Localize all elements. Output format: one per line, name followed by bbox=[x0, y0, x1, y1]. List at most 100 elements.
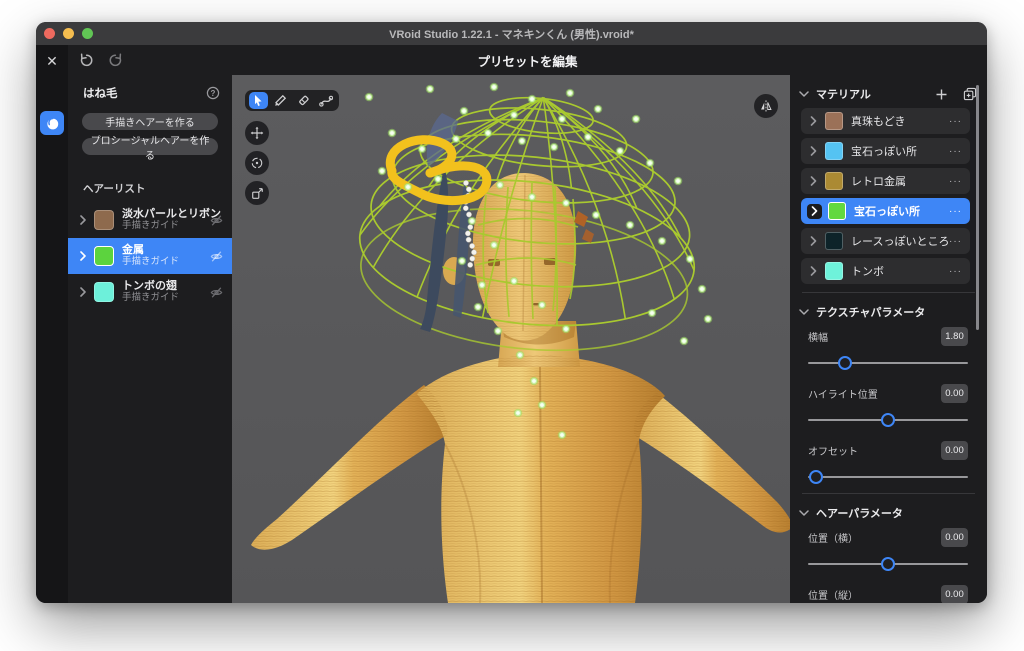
texture-params-header[interactable]: テクスチャパラメータ bbox=[790, 293, 987, 326]
duplicate-material-icon[interactable] bbox=[963, 87, 977, 101]
preset-name: はね毛 bbox=[83, 88, 118, 100]
material-menu-icon[interactable]: ··· bbox=[949, 236, 962, 247]
hair-params-header[interactable]: ヘアーパラメータ bbox=[790, 494, 987, 527]
panel-scrollbar[interactable] bbox=[976, 85, 979, 330]
visibility-off-icon[interactable] bbox=[209, 249, 224, 264]
material-row[interactable]: 真珠もどき ··· bbox=[801, 108, 970, 134]
hair-params-title: ヘアーパラメータ bbox=[816, 508, 903, 520]
chevron-right-icon[interactable] bbox=[810, 176, 817, 186]
material-swatch bbox=[825, 112, 843, 130]
guide-curve-tool-button[interactable] bbox=[316, 92, 335, 109]
material-row[interactable]: レースっぽいところ ··· bbox=[801, 228, 970, 254]
rotate-icon bbox=[251, 157, 263, 169]
draw-tool-button[interactable] bbox=[271, 92, 290, 109]
close-editor-button[interactable]: ✕ bbox=[43, 52, 61, 70]
sidebar: はね毛 ? 手描きヘアーを作る プロシージャルヘアーを作る ヘアーリスト 淡水パ… bbox=[68, 75, 232, 603]
chevron-right-icon[interactable] bbox=[78, 251, 88, 261]
visibility-off-icon[interactable] bbox=[209, 213, 224, 228]
hair-list-item-selected[interactable]: 金属 手描きガイド bbox=[68, 238, 232, 274]
hair-item-name: トンボの翅 bbox=[122, 280, 177, 293]
param-label: 位置（横） bbox=[808, 533, 858, 545]
hair-tool-button[interactable] bbox=[40, 111, 64, 135]
zoom-fit-button[interactable] bbox=[245, 181, 269, 205]
param-slider[interactable] bbox=[808, 469, 968, 485]
chevron-right-icon[interactable] bbox=[78, 215, 88, 225]
materials-header[interactable]: マテリアル bbox=[790, 75, 987, 108]
viewport-3d[interactable] bbox=[232, 75, 790, 603]
hair-item-name: 淡水パールとリボン bbox=[122, 208, 221, 221]
material-row[interactable]: トンボ ··· bbox=[801, 258, 970, 284]
hair-list-title: ヘアーリスト bbox=[83, 183, 146, 195]
param-offset: オフセット 0.00 bbox=[790, 440, 987, 485]
material-menu-icon[interactable]: ··· bbox=[949, 266, 962, 277]
param-position-x: 位置（横） 0.00 bbox=[790, 527, 987, 572]
material-label: トンボ bbox=[851, 266, 884, 278]
scale-icon bbox=[251, 187, 263, 199]
chevron-down-icon bbox=[799, 510, 809, 516]
slider-thumb[interactable] bbox=[881, 557, 895, 571]
chevron-right-icon[interactable] bbox=[810, 116, 817, 126]
hair-item-type: 手描きガイド bbox=[122, 255, 180, 267]
material-swatch bbox=[825, 232, 843, 250]
slider-track[interactable] bbox=[808, 362, 968, 364]
create-handdrawn-hair-button[interactable]: 手描きヘアーを作る bbox=[82, 113, 218, 130]
param-value-field[interactable]: 1.80 bbox=[941, 326, 968, 346]
param-value-field[interactable]: 0.00 bbox=[941, 440, 968, 460]
material-swatch bbox=[825, 172, 843, 190]
param-slider[interactable] bbox=[808, 412, 968, 428]
material-swatch bbox=[825, 262, 843, 280]
param-slider[interactable] bbox=[808, 355, 968, 371]
hair-list-item[interactable]: トンボの翅 手描きガイド bbox=[68, 274, 232, 310]
mirror-icon bbox=[761, 100, 772, 112]
hair-icon bbox=[46, 117, 58, 129]
hair-color-swatch bbox=[94, 282, 114, 302]
curve-points-icon bbox=[318, 95, 333, 107]
move-icon bbox=[250, 126, 264, 140]
viewport-3d-render[interactable] bbox=[232, 75, 790, 603]
hair-item-type: 手描きガイド bbox=[122, 219, 180, 231]
viewport-toolbar bbox=[245, 90, 339, 111]
move-camera-button[interactable] bbox=[245, 121, 269, 145]
properties-panel: マテリアル 真珠もどき ··· 宝石っぽい所 ··· レトロ金属 ··· 宝石っ… bbox=[790, 75, 987, 603]
app-window: VRoid Studio 1.22.1 - マネキンくん (男性).vroid*… bbox=[36, 22, 987, 603]
title-bar: VRoid Studio 1.22.1 - マネキンくん (男性).vroid* bbox=[36, 22, 987, 45]
select-tool-button[interactable] bbox=[248, 92, 268, 109]
slider-thumb[interactable] bbox=[837, 356, 852, 370]
chevron-right-icon[interactable] bbox=[810, 146, 817, 156]
mirror-symmetry-button[interactable] bbox=[754, 94, 778, 118]
hair-list-item[interactable]: 淡水パールとリボン 手描きガイド bbox=[68, 202, 232, 238]
param-value-field[interactable]: 0.00 bbox=[941, 383, 968, 403]
param-slider[interactable] bbox=[808, 556, 968, 572]
add-material-icon[interactable] bbox=[935, 88, 948, 101]
rotate-camera-button[interactable] bbox=[245, 151, 269, 175]
material-menu-icon[interactable]: ··· bbox=[949, 206, 962, 217]
param-value-field[interactable]: 0.00 bbox=[941, 527, 968, 547]
visibility-off-icon[interactable] bbox=[209, 285, 224, 300]
slider-thumb[interactable] bbox=[881, 413, 895, 427]
param-value-field[interactable]: 0.00 bbox=[941, 584, 968, 603]
slider-thumb[interactable] bbox=[809, 470, 823, 484]
hair-color-swatch bbox=[94, 246, 114, 266]
material-row[interactable]: 宝石っぽい所 ··· bbox=[801, 138, 970, 164]
slider-track[interactable] bbox=[808, 476, 968, 478]
material-row-selected[interactable]: 宝石っぽい所 ··· bbox=[801, 198, 970, 224]
create-procedural-hair-button[interactable]: プロシージャルヘアーを作る bbox=[82, 136, 218, 162]
chevron-right-icon[interactable] bbox=[810, 266, 817, 276]
chevron-right-icon[interactable] bbox=[810, 236, 817, 246]
material-label: 宝石っぽい所 bbox=[851, 146, 917, 158]
param-label: 横幅 bbox=[808, 332, 828, 344]
help-icon[interactable]: ? bbox=[206, 86, 220, 100]
chevron-right-icon[interactable] bbox=[811, 206, 818, 216]
material-menu-icon[interactable]: ··· bbox=[949, 176, 962, 187]
material-menu-icon[interactable]: ··· bbox=[949, 116, 962, 127]
material-row[interactable]: レトロ金属 ··· bbox=[801, 168, 970, 194]
hair-item-type: 手描きガイド bbox=[122, 291, 180, 303]
param-position-y: 位置（縦） 0.00 bbox=[790, 584, 987, 603]
eraser-icon bbox=[298, 95, 309, 106]
erase-tool-button[interactable] bbox=[294, 92, 313, 109]
pencil-icon bbox=[275, 94, 287, 106]
chevron-right-icon[interactable] bbox=[78, 287, 88, 297]
material-menu-icon[interactable]: ··· bbox=[949, 146, 962, 157]
material-swatch bbox=[828, 202, 846, 220]
material-label: 宝石っぽい所 bbox=[854, 206, 920, 218]
